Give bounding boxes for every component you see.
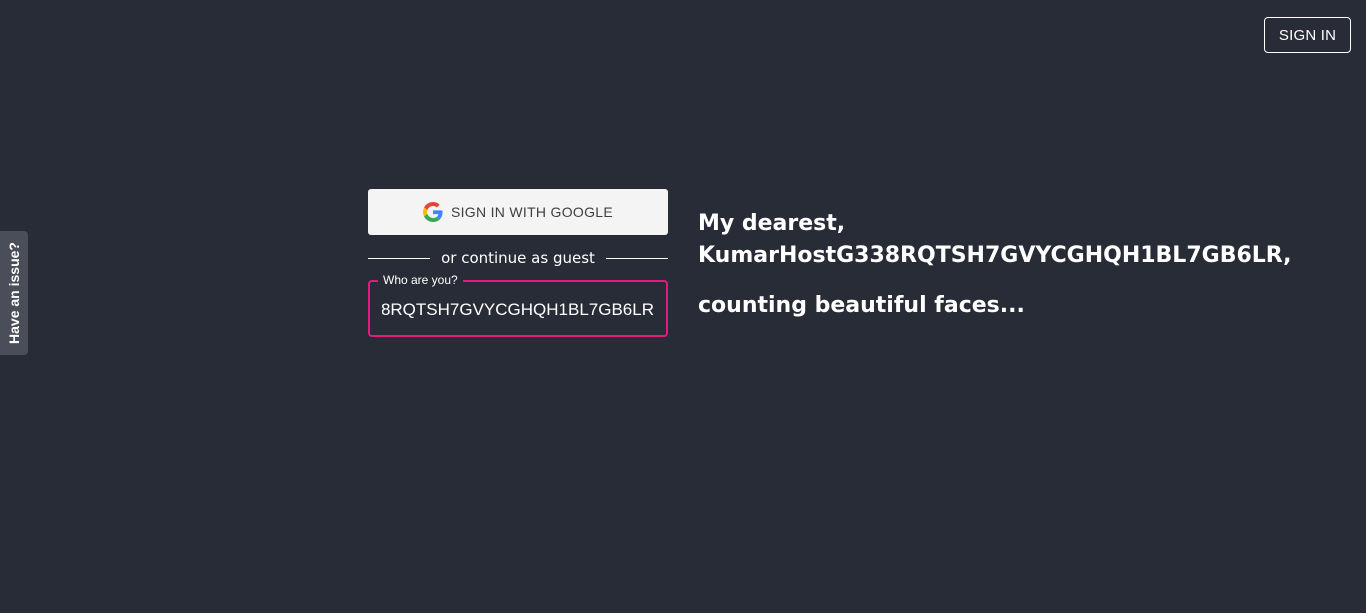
guest-name-label: Who are you?: [378, 273, 463, 287]
divider-line-right: [605, 257, 668, 259]
google-g-icon: [422, 202, 443, 222]
sign-in-with-google-label: SIGN IN WITH GOOGLE: [450, 204, 614, 220]
sign-in-button[interactable]: SIGN IN: [1264, 17, 1351, 53]
greeting-name: KumarHostG338RQTSH7GVYCGHQH1BL7GB6LR,: [698, 243, 1292, 268]
guest-divider: or continue as guest: [368, 248, 668, 268]
guest-name-field: Who are you?: [368, 273, 668, 337]
divider-line-left: [368, 257, 431, 259]
have-an-issue-label: Have an issue?: [6, 242, 22, 344]
greeting-salutation: My dearest,: [698, 211, 846, 236]
have-an-issue-tab[interactable]: Have an issue?: [0, 231, 28, 355]
greeting-status: counting beautiful faces...: [698, 293, 1025, 318]
guest-name-input[interactable]: [382, 298, 654, 322]
login-panel: SIGN IN WITH GOOGLE or continue as guest…: [368, 189, 668, 337]
greeting-message: My dearest, KumarHostG338RQTSH7GVYCGHQH1…: [698, 208, 1348, 322]
divider-text: or continue as guest: [441, 249, 595, 267]
sign-in-with-google-button[interactable]: SIGN IN WITH GOOGLE: [368, 189, 668, 235]
